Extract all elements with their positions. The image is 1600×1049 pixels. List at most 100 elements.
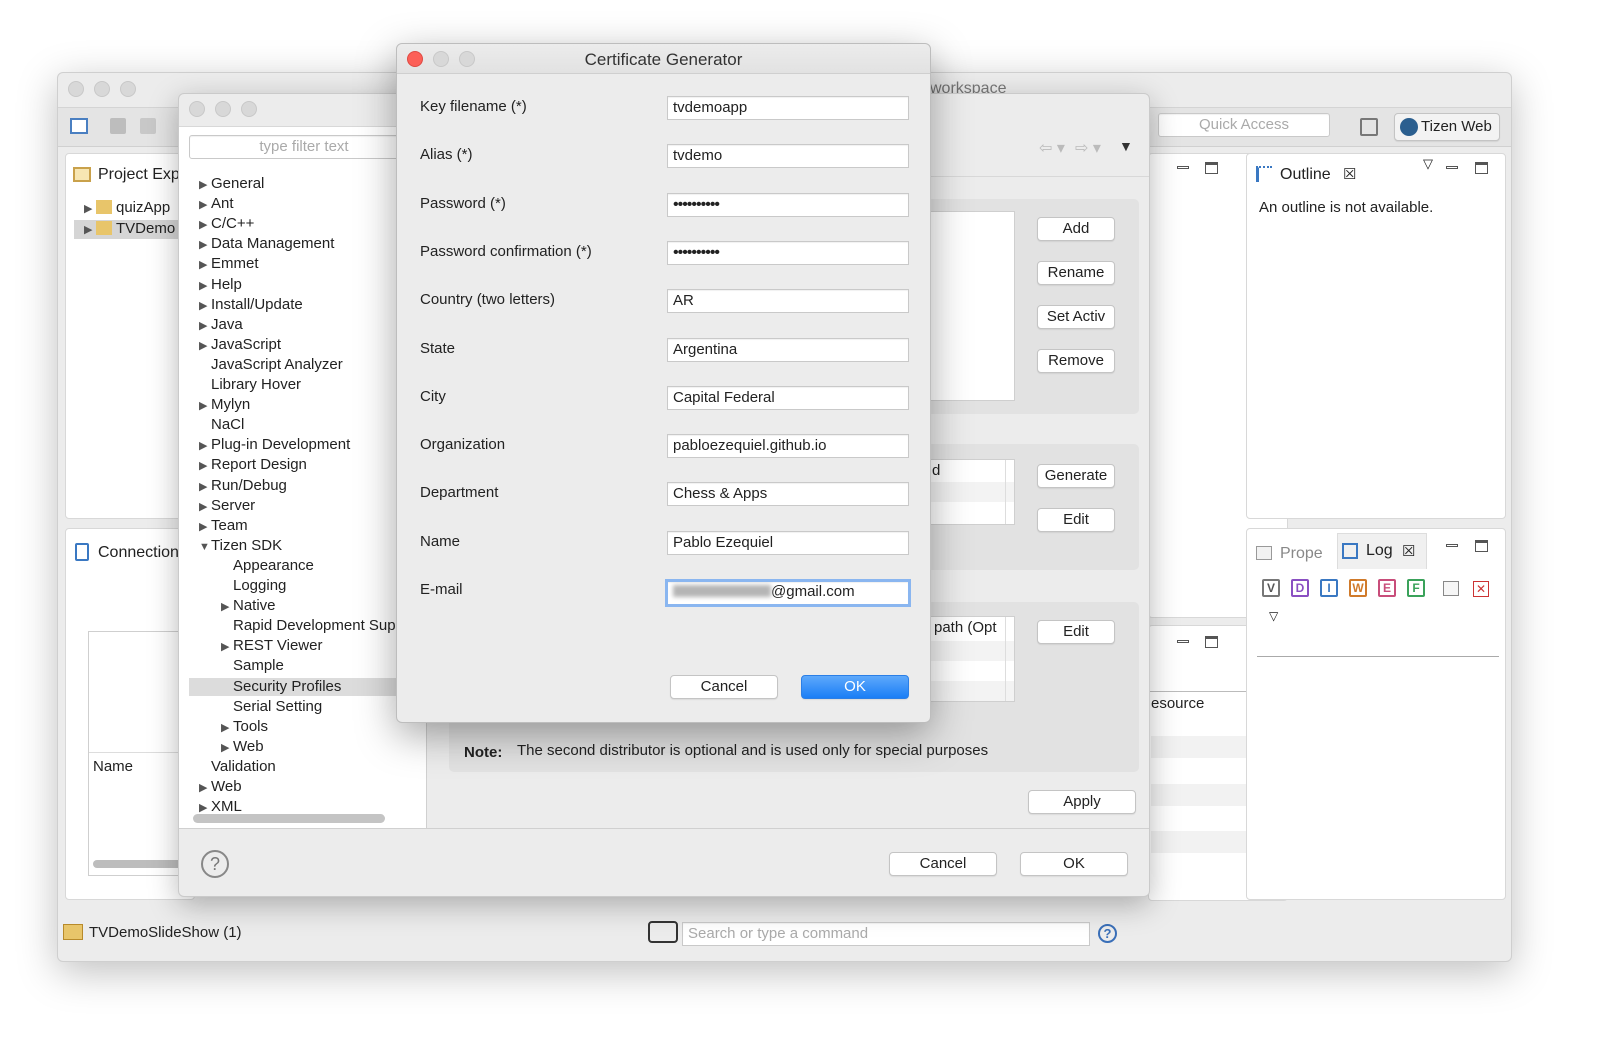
add-log-icon[interactable] — [1443, 581, 1459, 596]
tree-item[interactable]: ▶ Install/Update — [199, 296, 303, 315]
collapsed-arrow-icon[interactable]: ▶ — [199, 317, 211, 335]
cert-field-input[interactable]: •••••••••• — [667, 192, 909, 217]
cert-field-input[interactable]: Pablo Ezequiel — [667, 530, 909, 555]
tizen-web-perspective-button[interactable]: Tizen Web — [1394, 113, 1500, 141]
project-quizapp[interactable]: ▶ quizApp — [84, 199, 170, 218]
log-tab[interactable]: Log ☒ — [1337, 533, 1427, 569]
expanded-arrow-icon[interactable]: ▼ — [199, 538, 211, 556]
collapsed-arrow-icon[interactable]: ▶ — [199, 518, 211, 536]
tree-item[interactable]: ▶ Team — [199, 517, 248, 536]
cert-ok-button[interactable]: OK — [801, 675, 909, 699]
cert-field-input[interactable]: tvdemo — [667, 144, 909, 169]
collapsed-arrow-icon[interactable]: ▶ — [199, 779, 211, 797]
tree-item[interactable]: ▶ REST Viewer — [221, 637, 322, 656]
collapsed-arrow-icon[interactable]: ▶ — [221, 719, 233, 737]
cert-field-input[interactable]: •••••••••• — [667, 240, 909, 265]
remove-button[interactable]: Remove — [1037, 349, 1115, 373]
log-menu-icon[interactable]: ▽ — [1269, 609, 1278, 623]
view-menu-icon[interactable]: ▽ — [1423, 156, 1433, 172]
maximize-icon[interactable] — [1205, 636, 1218, 648]
log-debug-icon[interactable]: D — [1291, 579, 1309, 597]
collapsed-arrow-icon[interactable]: ▶ — [199, 277, 211, 295]
apply-button[interactable]: Apply — [1028, 790, 1136, 814]
prefs-minimize-button[interactable] — [215, 101, 231, 117]
collapsed-arrow-icon[interactable]: ▶ — [199, 236, 211, 254]
tree-item[interactable]: ▶ Plug-in Development — [199, 436, 350, 455]
minimize-icon[interactable] — [1446, 544, 1458, 547]
prefs-cancel-button[interactable]: Cancel — [889, 852, 997, 876]
tree-item[interactable]: ▶ Mylyn — [199, 396, 250, 415]
collapsed-arrow-icon[interactable]: ▶ — [221, 739, 233, 757]
tree-item[interactable]: Security Profiles — [189, 677, 425, 696]
collapsed-arrow-icon[interactable]: ▶ — [199, 176, 211, 194]
clear-log-icon[interactable]: ✕ — [1473, 581, 1489, 597]
cert-field-input[interactable]: Chess & Apps — [667, 482, 909, 507]
tree-item[interactable]: ▶ Native — [221, 597, 276, 616]
cert-field-input[interactable]: AR — [667, 289, 909, 314]
collapsed-arrow-icon[interactable]: ▶ — [199, 397, 211, 415]
project-tvdemo[interactable]: ▶ TVDemo — [74, 220, 194, 239]
edit-distributor-button[interactable]: Edit — [1037, 620, 1115, 644]
tree-item[interactable]: ▶ Tools — [221, 718, 268, 737]
back-icon[interactable]: ⇦ ▾ — [1039, 138, 1065, 158]
project-explorer-tab[interactable]: Project Exp — [98, 166, 180, 184]
tree-item[interactable]: ▶ C/C++ — [199, 215, 254, 234]
command-search-input[interactable]: Search or type a command — [682, 922, 1090, 946]
collapsed-arrow-icon[interactable]: ▶ — [221, 598, 233, 616]
quick-access-input[interactable]: Quick Access — [1158, 113, 1330, 137]
maximize-icon[interactable] — [1475, 540, 1488, 552]
collapsed-arrow-icon[interactable]: ▶ — [199, 498, 211, 516]
collapsed-arrow-icon[interactable]: ▶ — [199, 216, 211, 234]
tree-item[interactable]: JavaScript Analyzer — [199, 356, 343, 374]
prefs-zoom-button[interactable] — [241, 101, 257, 117]
collapsed-arrow-icon[interactable]: ▶ — [199, 457, 211, 475]
view-menu-icon[interactable]: ▼ — [1119, 138, 1133, 154]
tree-horizontal-scrollbar[interactable] — [193, 814, 385, 823]
log-warning-icon[interactable]: W — [1349, 579, 1367, 597]
tree-item[interactable]: ▶ General — [199, 175, 264, 194]
prefs-ok-button[interactable]: OK — [1020, 852, 1128, 876]
help-icon[interactable]: ? — [201, 850, 229, 878]
cert-field-input[interactable]: tvdemoapp — [667, 96, 909, 120]
save-all-icon[interactable] — [140, 118, 156, 134]
collapsed-arrow-icon[interactable]: ▶ — [199, 196, 211, 214]
rename-button[interactable]: Rename — [1037, 261, 1115, 285]
prefs-close-button[interactable] — [189, 101, 205, 117]
tree-item[interactable]: Library Hover — [199, 376, 301, 394]
log-error-icon[interactable]: E — [1378, 579, 1396, 597]
log-close-icon[interactable]: ☒ — [1402, 542, 1415, 560]
collapsed-arrow-icon[interactable]: ▶ — [199, 478, 211, 496]
minimize-icon[interactable] — [1177, 166, 1189, 169]
help-icon[interactable]: ? — [1098, 924, 1117, 943]
tree-item[interactable]: Serial Setting — [221, 698, 322, 716]
tree-item[interactable]: ▶ Run/Debug — [199, 477, 287, 496]
tree-item[interactable]: Sample — [221, 657, 284, 675]
open-perspective-icon[interactable] — [1360, 118, 1378, 136]
outline-tab[interactable]: Outline — [1280, 166, 1331, 184]
tree-item[interactable]: Validation — [199, 758, 276, 776]
set-active-button[interactable]: Set Activ — [1037, 305, 1115, 329]
maximize-icon[interactable] — [1475, 162, 1488, 174]
tree-item[interactable]: ▶ Web — [221, 738, 264, 757]
log-fatal-icon[interactable]: F — [1407, 579, 1425, 597]
filter-input[interactable]: type filter text — [189, 135, 419, 159]
log-info-icon[interactable]: I — [1320, 579, 1338, 597]
tree-item[interactable]: ▶ Server — [199, 497, 255, 516]
tree-item[interactable]: ▶ Help — [199, 276, 242, 295]
collapsed-arrow-icon[interactable]: ▶ — [221, 638, 233, 656]
collapsed-arrow-icon[interactable]: ▶ — [199, 337, 211, 355]
cert-field-input[interactable]: pabloezequiel.github.io — [667, 434, 909, 459]
cert-field-input[interactable]: Argentina — [667, 337, 909, 362]
tree-item[interactable]: ▶ Data Management — [199, 235, 334, 254]
properties-tab[interactable]: Prope — [1280, 545, 1323, 563]
cert-field-input[interactable]: Capital Federal — [667, 385, 909, 410]
tree-item[interactable]: ▶ Web — [199, 778, 242, 797]
tree-item[interactable]: Rapid Development Sup — [221, 617, 396, 635]
minimize-icon[interactable] — [1177, 640, 1189, 643]
edit-author-button[interactable]: Edit — [1037, 508, 1115, 532]
tree-item[interactable]: ▶ Report Design — [199, 456, 307, 475]
collapsed-arrow-icon[interactable]: ▶ — [199, 437, 211, 455]
log-verbose-icon[interactable]: V — [1262, 579, 1280, 597]
maximize-icon[interactable] — [1205, 162, 1218, 174]
add-button[interactable]: Add — [1037, 217, 1115, 241]
